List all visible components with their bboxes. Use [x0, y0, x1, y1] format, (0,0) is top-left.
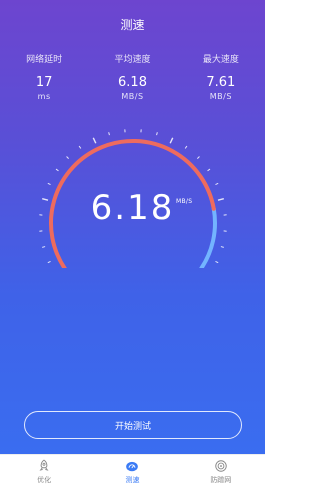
stat-unit: MB/S — [209, 92, 232, 101]
gauge-tick — [215, 182, 219, 185]
gauge-tick — [156, 132, 158, 136]
gauge-tick — [92, 137, 97, 144]
gauge-tick — [169, 137, 174, 144]
main-panel: 测速 网络延时 17 ms 平均速度 6.18 MB/S 最大速度 7.61 M… — [0, 0, 265, 454]
tab-label: 测速 — [125, 476, 140, 484]
speed-reading: 6.18 — [0, 188, 265, 228]
stats-row: 网络延时 17 ms 平均速度 6.18 MB/S 最大速度 7.61 MB/S — [0, 52, 265, 101]
stat-label: 平均速度 — [114, 55, 151, 65]
stat-max-speed: 最大速度 7.61 MB/S — [177, 52, 265, 101]
tab-speed-test[interactable]: 测速 — [88, 455, 176, 489]
gauge-tick — [47, 261, 51, 264]
rocket-icon — [39, 459, 49, 471]
speedometer-icon — [126, 461, 139, 472]
gauge-tick — [220, 246, 224, 248]
gauge-tick — [207, 168, 211, 172]
gauge-tick — [108, 132, 110, 136]
stat-value: 7.61 — [206, 75, 236, 90]
page-title: 测速 — [120, 18, 145, 32]
start-test-button[interactable]: 开始测试 — [24, 411, 242, 439]
gauge-tick — [78, 145, 82, 149]
stat-unit: MB/S — [121, 92, 144, 101]
stat-value: 17 — [35, 75, 53, 90]
gauge-tick — [196, 156, 200, 160]
tab-optimize[interactable]: 优化 — [0, 455, 88, 489]
tab-label: 防蹭网 — [210, 476, 232, 484]
stat-unit: ms — [37, 92, 51, 101]
gauge-tick — [66, 156, 70, 160]
tab-label: 优化 — [37, 476, 52, 484]
stat-label: 网络延时 — [26, 55, 63, 65]
gauge-tick — [215, 261, 219, 264]
speed-unit: MB/S — [176, 198, 193, 205]
shield-target-icon — [215, 460, 227, 472]
speed-value: 6.18 — [90, 188, 175, 228]
speed-test-app: 测速 网络延时 17 ms 平均速度 6.18 MB/S 最大速度 7.61 M… — [0, 0, 265, 489]
gauge-tick — [55, 168, 59, 172]
gauge-tick — [47, 182, 51, 185]
stat-value: 6.18 — [118, 75, 147, 90]
gauge-tick — [42, 246, 46, 248]
stat-latency: 网络延时 17 ms — [0, 52, 88, 101]
tab-anti-leech[interactable]: 防蹭网 — [177, 455, 265, 489]
gauge-tick — [184, 145, 188, 149]
stat-average-speed: 平均速度 6.18 MB/S — [88, 52, 176, 101]
bottom-tab-bar: 优化 测速 防蹭网 — [0, 454, 265, 489]
stat-label: 最大速度 — [202, 55, 239, 65]
